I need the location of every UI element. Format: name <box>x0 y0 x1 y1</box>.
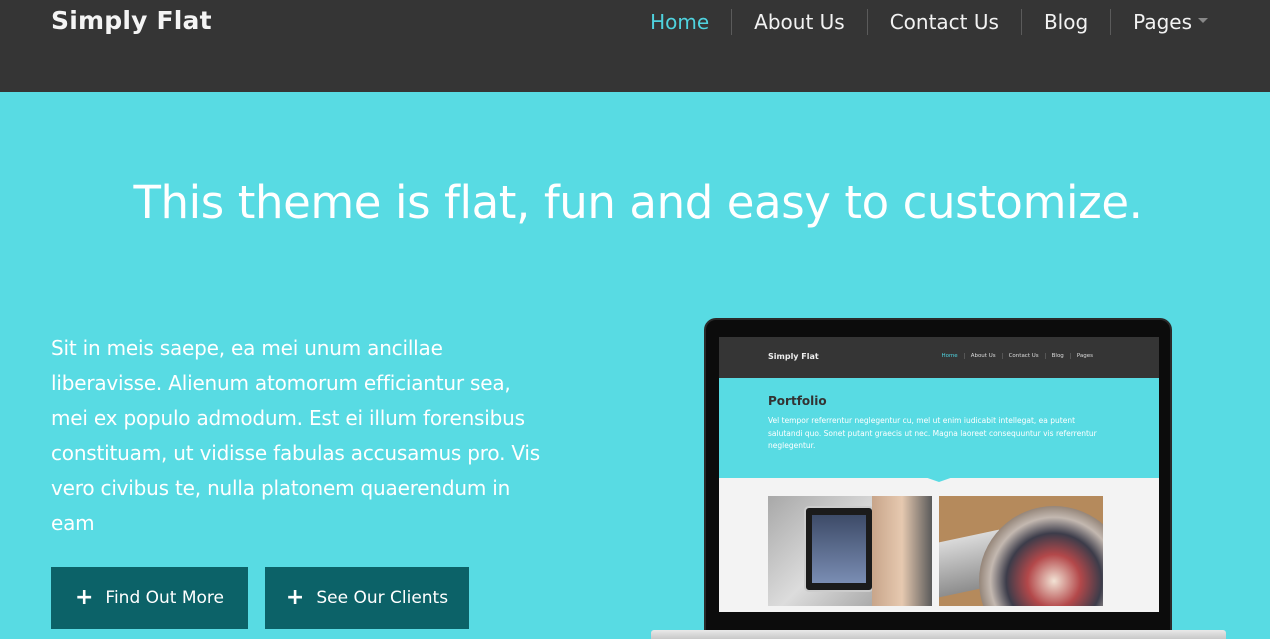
brand-logo[interactable]: Simply Flat <box>51 6 212 35</box>
nav-contact-us[interactable]: Contact Us <box>866 9 1021 35</box>
see-our-clients-button[interactable]: + See Our Clients <box>265 567 469 629</box>
laptop-mockup: Simply Flat Home About Us Contact Us Blo… <box>704 318 1172 638</box>
nav-about-us[interactable]: About Us <box>731 9 867 35</box>
caret-down-icon <box>1198 18 1208 23</box>
mockup-nav-item: Contact Us <box>1001 353 1045 359</box>
mockup-nav-item: Pages <box>1069 353 1099 359</box>
laptop-screen: Simply Flat Home About Us Contact Us Blo… <box>719 337 1159 612</box>
mockup-turntable-photo <box>939 496 1103 606</box>
find-out-more-button[interactable]: + Find Out More <box>51 567 248 629</box>
person-image <box>872 496 932 606</box>
nav-pages-dropdown[interactable]: Pages <box>1110 9 1208 35</box>
tablet-screen <box>812 515 866 583</box>
plus-icon: + <box>74 585 94 610</box>
mockup-header: Simply Flat Home About Us Contact Us Blo… <box>719 337 1159 378</box>
mockup-nav: Home About Us Contact Us Blog Pages <box>935 353 1099 359</box>
hero-lead-text: Sit in meis saepe, ea mei unum ancillae … <box>51 336 541 535</box>
hero-headline: This theme is flat, fun and easy to cust… <box>133 176 1143 229</box>
mockup-title: Portfolio <box>768 394 827 408</box>
mockup-notch <box>919 475 959 482</box>
plus-icon: + <box>285 585 305 610</box>
laptop-base <box>651 630 1226 639</box>
mockup-nav-item: Blog <box>1044 353 1070 359</box>
site-header: Simply Flat Home About Us Contact Us Blo… <box>0 0 1270 92</box>
mockup-tablet-photo <box>768 496 932 606</box>
turntable-image <box>979 506 1103 606</box>
mockup-hero: Portfolio Vel tempor referrentur neglege… <box>719 378 1159 478</box>
find-out-more-label: Find Out More <box>105 588 225 608</box>
mockup-brand: Simply Flat <box>768 352 819 361</box>
mockup-nav-item: Home <box>941 353 958 359</box>
nav-pages-label: Pages <box>1133 10 1192 34</box>
main-nav: Home About Us Contact Us Blog Pages <box>628 9 1208 35</box>
nav-home[interactable]: Home <box>628 9 731 35</box>
nav-blog[interactable]: Blog <box>1020 9 1110 35</box>
see-our-clients-label: See Our Clients <box>316 588 449 608</box>
tablet-image <box>804 506 874 592</box>
mockup-nav-item: About Us <box>963 353 1002 359</box>
mockup-text: Vel tempor referrentur neglegentur cu, m… <box>768 416 1097 450</box>
